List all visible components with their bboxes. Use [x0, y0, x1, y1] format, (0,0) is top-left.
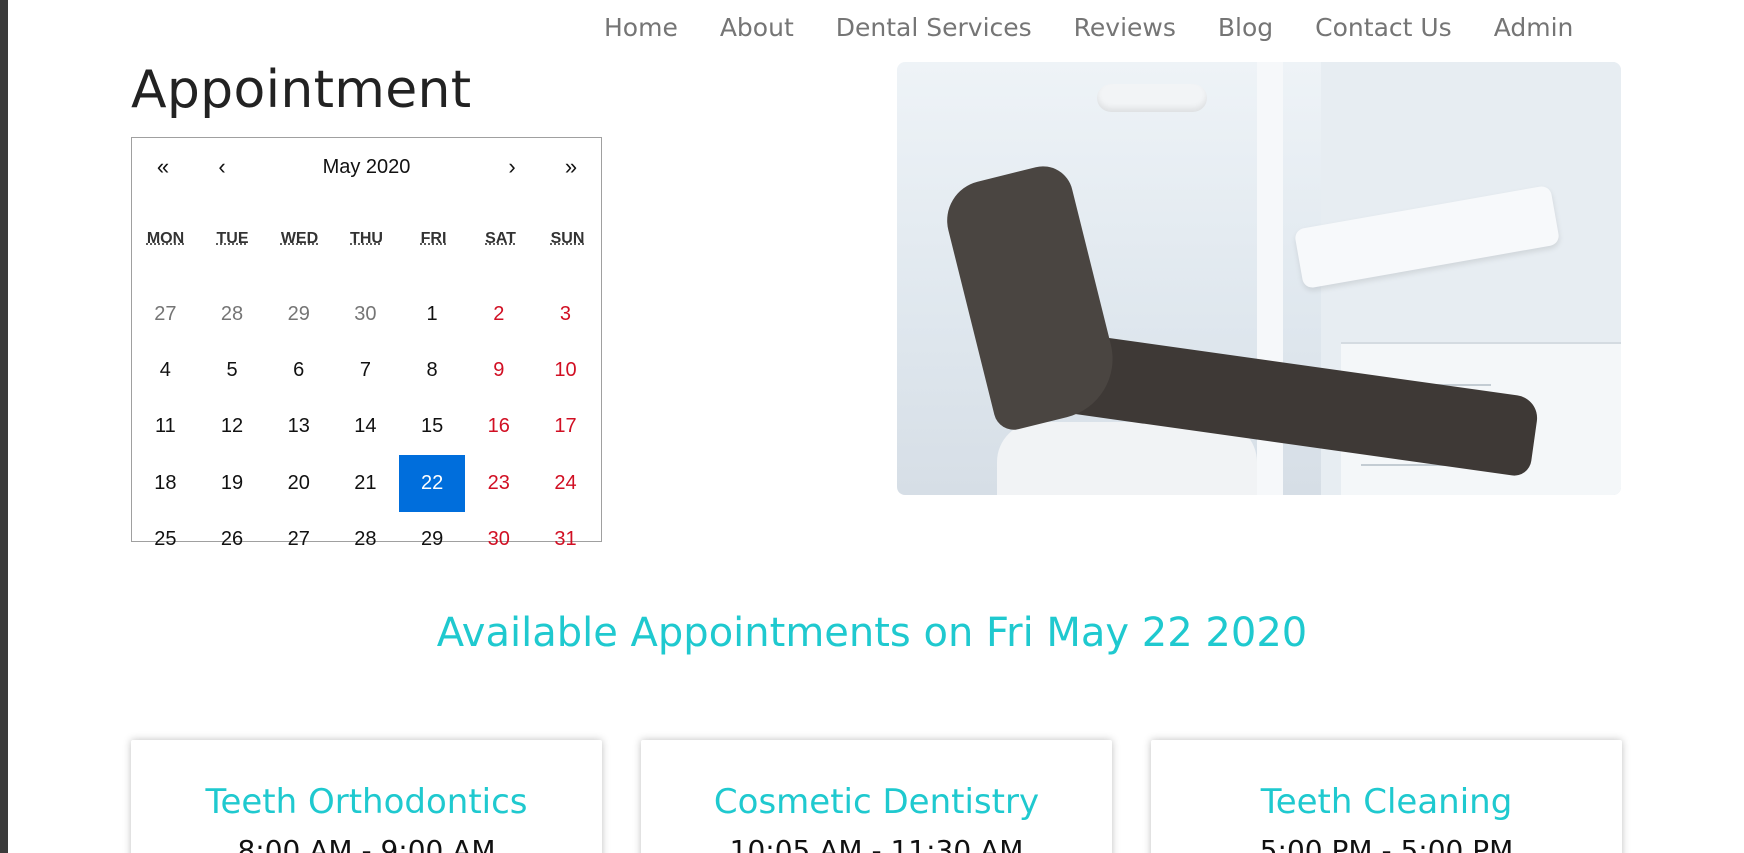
calendar-day[interactable]: 29: [399, 512, 466, 568]
weekday-thu: THU: [350, 230, 383, 247]
appointment-calendar: « ‹ May 2020 › » MON TUE WED THU FRI SAT…: [131, 137, 602, 550]
appointment-time: 10:05 AM - 11:30 AM: [729, 834, 1024, 853]
calendar-day[interactable]: 27: [132, 286, 199, 342]
appointment-time: 5:00 PM - 5:00 PM: [1259, 834, 1514, 853]
calendar-day[interactable]: 9: [465, 342, 532, 398]
appointment-title: Cosmetic Dentistry: [713, 782, 1040, 822]
nav-blog[interactable]: Blog: [1218, 10, 1273, 46]
appointment-title: Teeth Cleaning: [1260, 782, 1513, 822]
calendar-day[interactable]: 1: [399, 286, 466, 342]
calendar-day[interactable]: 16: [465, 399, 532, 455]
calendar-day[interactable]: 18: [132, 455, 199, 511]
calendar-day[interactable]: 17: [532, 399, 599, 455]
dental-lamp: [1097, 84, 1207, 112]
calendar-day[interactable]: 6: [265, 342, 332, 398]
month-label[interactable]: May 2020: [323, 156, 411, 178]
weekday-tue: TUE: [216, 230, 249, 247]
window-edge: [0, 0, 8, 853]
nav-about[interactable]: About: [720, 10, 794, 46]
calendar-day[interactable]: 28: [199, 286, 266, 342]
calendar-day[interactable]: 15: [399, 399, 466, 455]
calendar-day[interactable]: 10: [532, 342, 599, 398]
calendar-day[interactable]: 4: [132, 342, 199, 398]
nav-contact-us[interactable]: Contact Us: [1315, 10, 1452, 46]
chair-back: [938, 159, 1126, 435]
calendar-day[interactable]: 30: [465, 512, 532, 568]
calendar-day[interactable]: 8: [399, 342, 466, 398]
calendar-day[interactable]: 24: [532, 455, 599, 511]
appointment-card[interactable]: Teeth Orthodontics 8:00 AM - 9:00 AM: [131, 740, 602, 853]
next-year-button[interactable]: »: [556, 154, 586, 180]
main-nav: Home About Dental Services Reviews Blog …: [604, 10, 1573, 46]
nav-home[interactable]: Home: [604, 10, 678, 46]
calendar-day[interactable]: 14: [332, 399, 399, 455]
calendar-day[interactable]: 2: [465, 286, 532, 342]
calendar-day[interactable]: 13: [265, 399, 332, 455]
calendar-navigation: « ‹ May 2020 › »: [132, 138, 601, 200]
calendar-day[interactable]: 19: [199, 455, 266, 511]
appointment-title: Teeth Orthodontics: [205, 782, 528, 822]
nav-dental-services[interactable]: Dental Services: [836, 10, 1032, 46]
weekday-mon: MON: [146, 230, 185, 247]
calendar-day[interactable]: 28: [332, 512, 399, 568]
previous-month-button[interactable]: ‹: [207, 154, 237, 180]
weekday-fri: FRI: [420, 230, 447, 247]
calendar-day-selected[interactable]: 22: [398, 455, 466, 512]
calendar-days: 27 28 29 30 1 2 3 4 5 6 7 8 9 10 11 12 1…: [132, 286, 603, 568]
appointment-card[interactable]: Teeth Cleaning 5:00 PM - 5:00 PM: [1151, 740, 1622, 853]
appointment-time: 8:00 AM - 9:00 AM: [237, 834, 496, 853]
page-title: Appointment: [131, 60, 472, 120]
weekday-wed: WED: [280, 230, 319, 247]
calendar-day[interactable]: 31: [532, 512, 599, 568]
calendar-day[interactable]: 20: [265, 455, 332, 511]
calendar-day[interactable]: 25: [132, 512, 199, 568]
appointment-card[interactable]: Cosmetic Dentistry 10:05 AM - 11:30 AM: [641, 740, 1112, 853]
calendar-day[interactable]: 30: [332, 286, 399, 342]
dental-chair-image: [897, 62, 1621, 495]
weekday-sun: SUN: [550, 230, 585, 247]
next-month-button[interactable]: ›: [497, 154, 527, 180]
calendar-day[interactable]: 27: [265, 512, 332, 568]
previous-year-button[interactable]: «: [148, 154, 178, 180]
calendar-day[interactable]: 5: [199, 342, 266, 398]
calendar-day[interactable]: 23: [465, 455, 532, 511]
calendar-day[interactable]: 7: [332, 342, 399, 398]
available-appointments-heading: Available Appointments on Fri May 22 202…: [436, 610, 1308, 656]
calendar-day[interactable]: 11: [132, 399, 199, 455]
calendar-day[interactable]: 12: [199, 399, 266, 455]
weekday-sat: SAT: [485, 230, 516, 247]
calendar-day[interactable]: 21: [332, 455, 399, 511]
weekday-header: MON TUE WED THU FRI SAT SUN: [132, 230, 601, 248]
calendar-day[interactable]: 26: [199, 512, 266, 568]
nav-reviews[interactable]: Reviews: [1074, 10, 1176, 46]
calendar-day[interactable]: 29: [265, 286, 332, 342]
calendar-day[interactable]: 3: [532, 286, 599, 342]
nav-admin[interactable]: Admin: [1494, 10, 1574, 46]
